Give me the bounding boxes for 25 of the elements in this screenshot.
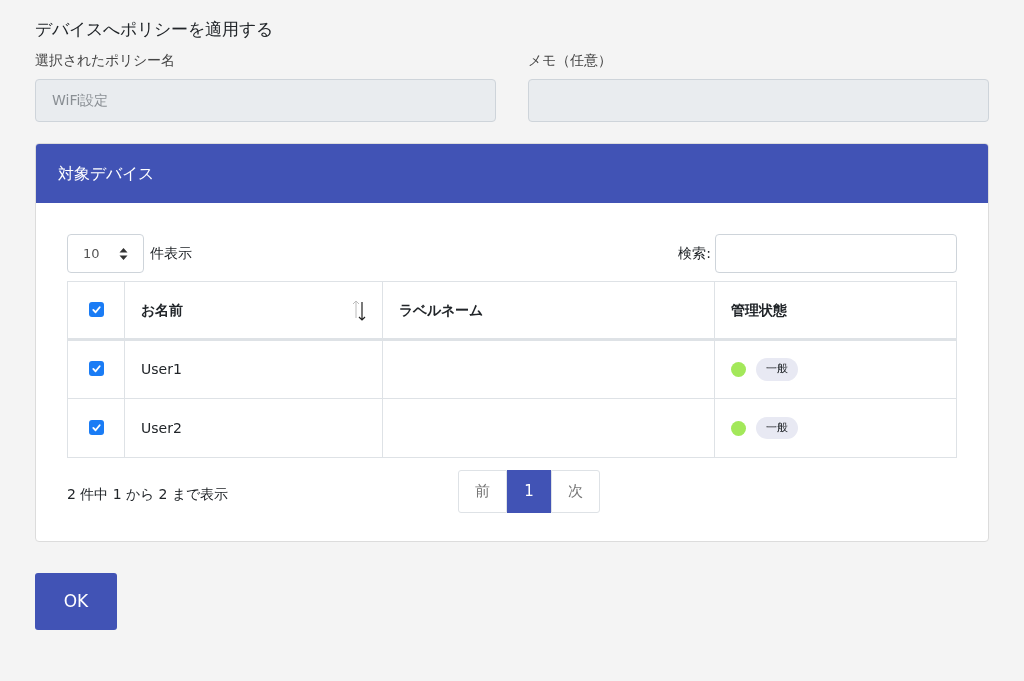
status-badge: 一般 <box>756 358 798 381</box>
updown-icon <box>119 246 128 261</box>
checkmark-icon <box>90 303 102 315</box>
column-header[interactable]: お名前 <box>124 281 383 340</box>
ok-button[interactable]: OK <box>35 573 117 630</box>
select-all-checkbox[interactable] <box>88 301 104 317</box>
field-label: メモ（任意） <box>528 51 613 70</box>
checkmark-icon <box>90 363 102 374</box>
field-label: 選択されたポリシー名 <box>35 51 176 70</box>
row-checkbox[interactable] <box>88 361 104 376</box>
table-cell: User1 <box>124 339 383 399</box>
search-field[interactable] <box>715 234 957 273</box>
table-info: 2 件中 1 から 2 まで表示 <box>67 485 229 504</box>
column-header: 管理状態 <box>714 281 957 340</box>
panel-title: 対象デバイス <box>58 162 154 185</box>
checkmark-icon <box>90 421 102 433</box>
search-label: 検索: <box>678 244 711 263</box>
page-size-label: 件表示 <box>150 244 192 263</box>
row-checkbox[interactable] <box>88 419 104 435</box>
page-title: デバイスへポリシーを適用する <box>35 18 274 41</box>
pagination-button[interactable]: 1 <box>507 470 551 513</box>
status-badge: 一般 <box>756 416 798 440</box>
column-header: ラベルネーム <box>382 281 715 340</box>
page-size-select[interactable]: 10 <box>67 234 144 273</box>
table-cell: User2 <box>124 398 383 458</box>
